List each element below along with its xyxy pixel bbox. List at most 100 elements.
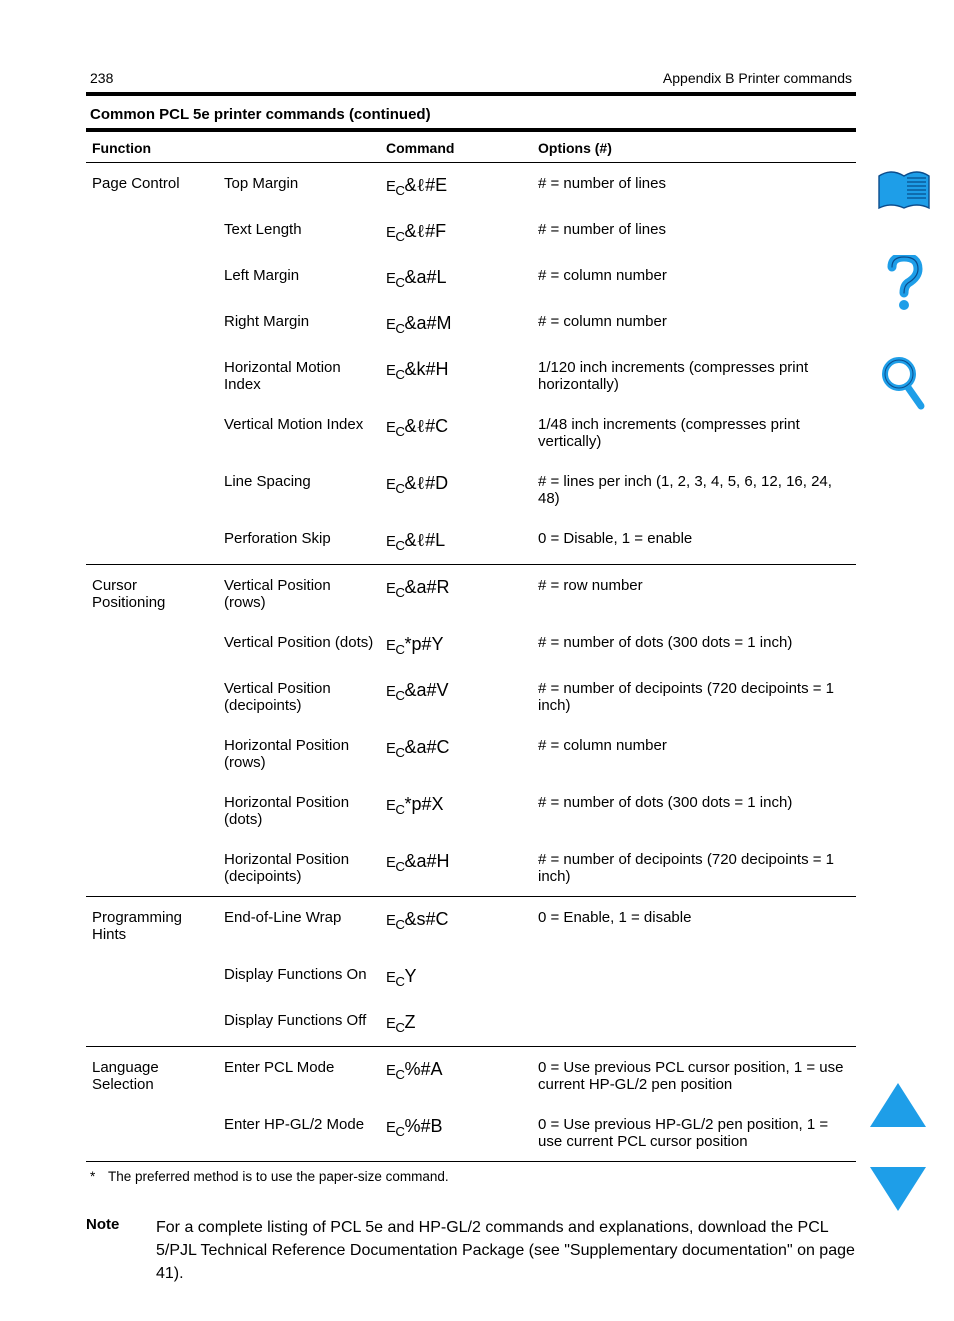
section-name-cell: Programming Hints [86, 896, 218, 954]
table-row: Horizontal Motion IndexEC&k#H1/120 inch … [86, 347, 856, 404]
options-cell: # = number of dots (300 dots = 1 inch) [532, 622, 856, 668]
section-name-cell [86, 461, 218, 518]
function-cell: Top Margin [218, 163, 380, 209]
section-name-cell [86, 518, 218, 564]
section-name-cell [86, 209, 218, 255]
function-cell: Enter PCL Mode [218, 1046, 380, 1104]
function-cell: Display Functions Off [218, 1000, 380, 1046]
table-row: Perforation SkipEC&ℓ#L0 = Disable, 1 = e… [86, 518, 856, 564]
options-cell [532, 954, 856, 1000]
options-cell: # = number of decipoints (720 decipoints… [532, 668, 856, 725]
table-row: Enter HP-GL/2 ModeEC%#B0 = Use previous … [86, 1104, 856, 1161]
table-row: Right MarginEC&a#M# = column number [86, 301, 856, 347]
function-cell: Horizontal Position (decipoints) [218, 839, 380, 897]
table-row: Vertical Position (dots)EC*p#Y# = number… [86, 622, 856, 668]
function-cell: Right Margin [218, 301, 380, 347]
section-name-cell [86, 1000, 218, 1046]
section-name-cell [86, 404, 218, 461]
function-cell: Horizontal Position (dots) [218, 782, 380, 839]
footnote-marker: * [90, 1168, 108, 1186]
table-row: Text LengthEC&ℓ#F# = number of lines [86, 209, 856, 255]
function-cell: Perforation Skip [218, 518, 380, 564]
function-cell: Vertical Motion Index [218, 404, 380, 461]
function-cell: Left Margin [218, 255, 380, 301]
options-cell: # = column number [532, 725, 856, 782]
section-name-cell [86, 954, 218, 1000]
options-cell: 1/48 inch increments (compresses print v… [532, 404, 856, 461]
section-name-cell [86, 622, 218, 668]
command-cell: EC%#A [380, 1046, 532, 1104]
function-cell: End-of-Line Wrap [218, 896, 380, 954]
table-row: Language SelectionEnter PCL ModeEC%#A0 =… [86, 1046, 856, 1104]
search-icon[interactable] [881, 356, 927, 417]
table-row: Horizontal Position (dots)EC*p#X# = numb… [86, 782, 856, 839]
note-block: Note For a complete listing of PCL 5e an… [86, 1216, 856, 1286]
function-cell: Enter HP-GL/2 Mode [218, 1104, 380, 1161]
footnote-text: The preferred method is to use the paper… [108, 1168, 449, 1186]
col-options: Options (#) [532, 132, 856, 163]
table-row: Horizontal Position (rows)EC&a#C# = colu… [86, 725, 856, 782]
table-row: Page ControlTop MarginEC&ℓ#E# = number o… [86, 163, 856, 209]
table-row: Display Functions OffECZ [86, 1000, 856, 1046]
previous-page-icon[interactable] [870, 1083, 926, 1127]
col-function: Function [86, 132, 218, 163]
function-cell: Line Spacing [218, 461, 380, 518]
page-header: 238 Appendix B Printer commands [86, 0, 856, 96]
command-cell: EC%#B [380, 1104, 532, 1161]
command-cell: EC&k#H [380, 347, 532, 404]
page-nav [870, 1083, 926, 1211]
table-row: Vertical Position (decipoints)EC&a#V# = … [86, 668, 856, 725]
table-row: Vertical Motion IndexEC&ℓ#C1/48 inch inc… [86, 404, 856, 461]
command-cell: ECY [380, 954, 532, 1000]
options-cell: # = lines per inch (1, 2, 3, 4, 5, 6, 12… [532, 461, 856, 518]
command-cell: EC&ℓ#D [380, 461, 532, 518]
col-command: Command [380, 132, 532, 163]
command-cell: ECZ [380, 1000, 532, 1046]
commands-table: Function Command Options (#) Page Contro… [86, 132, 856, 1161]
contents-icon[interactable] [877, 170, 931, 215]
section-name-cell [86, 347, 218, 404]
section-name-cell [86, 1104, 218, 1161]
options-cell: # = row number [532, 564, 856, 622]
command-cell: EC&ℓ#C [380, 404, 532, 461]
section-name-cell [86, 725, 218, 782]
options-cell: 0 = Disable, 1 = enable [532, 518, 856, 564]
command-cell: EC&a#V [380, 668, 532, 725]
section-name-cell: Cursor Positioning [86, 564, 218, 622]
table-row: Display Functions OnECY [86, 954, 856, 1000]
section-name-cell [86, 782, 218, 839]
options-cell: # = column number [532, 255, 856, 301]
function-cell: Horizontal Position (rows) [218, 725, 380, 782]
page-body: 238 Appendix B Printer commands Common P… [86, 0, 856, 1285]
options-cell: # = column number [532, 301, 856, 347]
function-cell: Vertical Position (decipoints) [218, 668, 380, 725]
section-name-cell: Language Selection [86, 1046, 218, 1104]
table-row: Left MarginEC&a#L# = column number [86, 255, 856, 301]
options-cell: # = number of lines [532, 209, 856, 255]
function-cell: Horizontal Motion Index [218, 347, 380, 404]
table-header-row: Function Command Options (#) [86, 132, 856, 163]
section-name-cell [86, 255, 218, 301]
function-cell: Vertical Position (rows) [218, 564, 380, 622]
section-name-cell [86, 301, 218, 347]
appendix-title: Appendix B Printer commands [663, 70, 852, 86]
command-cell: EC&a#M [380, 301, 532, 347]
options-cell [532, 1000, 856, 1046]
note-body: For a complete listing of PCL 5e and HP-… [156, 1216, 856, 1286]
command-cell: EC*p#X [380, 782, 532, 839]
command-cell: EC&ℓ#L [380, 518, 532, 564]
sidebar [874, 170, 934, 417]
table-row: Cursor PositioningVertical Position (row… [86, 564, 856, 622]
section-name-cell [86, 839, 218, 897]
options-cell: 0 = Use previous HP-GL/2 pen position, 1… [532, 1104, 856, 1161]
command-cell: EC&ℓ#E [380, 163, 532, 209]
options-cell: 0 = Use previous PCL cursor position, 1 … [532, 1046, 856, 1104]
options-cell: # = number of decipoints (720 decipoints… [532, 839, 856, 897]
command-cell: EC&a#L [380, 255, 532, 301]
next-page-icon[interactable] [870, 1167, 926, 1211]
command-cell: EC&a#R [380, 564, 532, 622]
help-icon[interactable] [884, 255, 924, 316]
section-name-cell: Page Control [86, 163, 218, 209]
table-caption: Common PCL 5e printer commands (continue… [86, 96, 856, 128]
command-cell: EC&a#C [380, 725, 532, 782]
